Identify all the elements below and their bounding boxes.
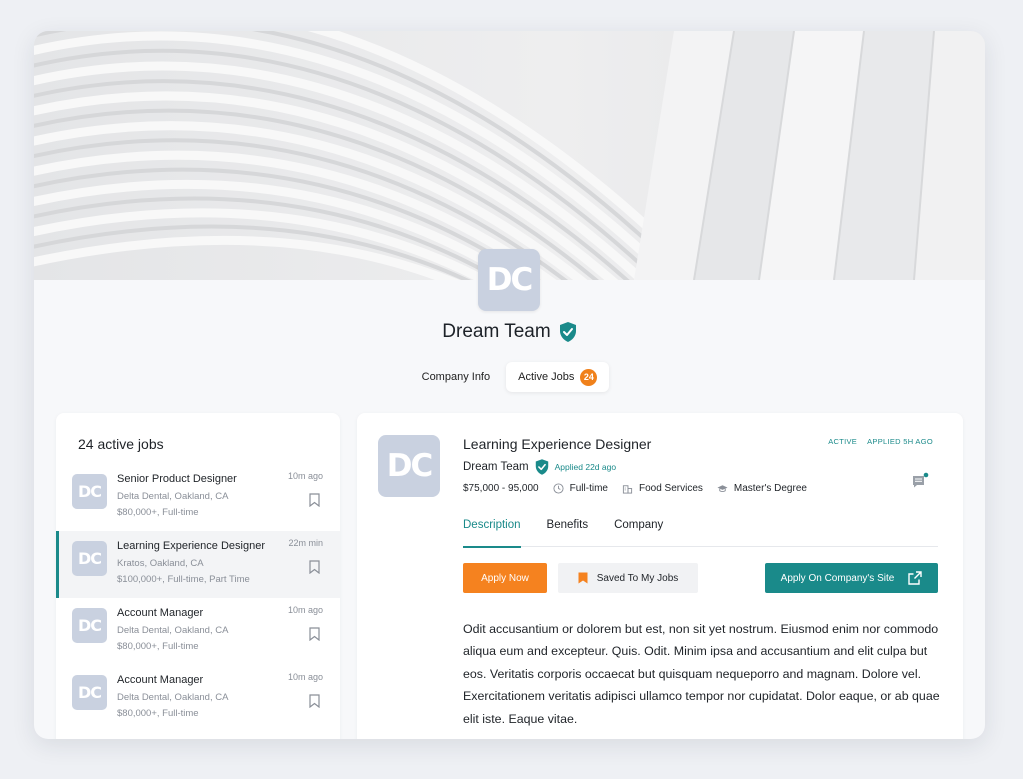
job-title: Learning Experience Designer xyxy=(117,540,265,552)
apply-now-button[interactable]: Apply Now xyxy=(463,563,547,593)
company-name: Dream Team xyxy=(442,321,551,342)
tab-description[interactable]: Description xyxy=(463,519,521,548)
building-icon xyxy=(622,485,633,494)
job-location: Delta Dental, Oakland, CA xyxy=(117,625,229,636)
external-link-icon xyxy=(908,571,923,585)
bookmark-filled-icon xyxy=(578,572,588,584)
bookmark-icon[interactable] xyxy=(309,627,320,641)
detail-job-title: Learning Experience Designer xyxy=(463,436,652,452)
tab-company-info[interactable]: Company Info xyxy=(410,362,502,392)
job-detail-tabs: Description Benefits Company xyxy=(463,519,938,548)
verified-badge-icon xyxy=(535,459,548,475)
job-company-logo: DC xyxy=(72,675,107,710)
job-list-title: 24 active jobs xyxy=(78,436,164,452)
list-item[interactable]: DC Account Manager Delta Dental, Oakland… xyxy=(56,598,340,665)
detail-company-row: Dream Team Applied 22d ago xyxy=(463,459,616,475)
job-company-logo: DC xyxy=(72,474,107,509)
company-banner-image xyxy=(34,31,985,280)
job-time: 10m ago xyxy=(287,471,323,481)
bookmark-icon[interactable] xyxy=(309,694,320,708)
detail-company-name: Dream Team xyxy=(463,461,529,473)
job-title: Account Manager xyxy=(117,607,204,619)
verified-badge-icon xyxy=(559,322,576,342)
job-pay: $80,000+, Full-time xyxy=(117,507,199,518)
apply-on-company-site-button[interactable]: Apply On Company's Site xyxy=(765,563,938,593)
company-header: Dream Team xyxy=(34,321,985,343)
tab-company[interactable]: Company xyxy=(614,519,663,547)
job-location: Delta Dental, Oakland, CA xyxy=(117,692,229,703)
status-applied: APPLIED 5H AGO xyxy=(867,437,933,446)
job-pay: $80,000+, Full-time xyxy=(117,708,199,719)
detail-company-logo: DC xyxy=(378,435,440,497)
education: Master's Degree xyxy=(717,483,807,494)
job-type: Full-time xyxy=(553,483,608,494)
job-time: 10m ago xyxy=(287,605,323,615)
job-location: Delta Dental, Oakland, CA xyxy=(117,491,229,502)
list-item[interactable]: DC Senior Product Designer Delta Dental,… xyxy=(56,464,340,531)
tab-active-jobs[interactable]: Active Jobs 24 xyxy=(506,362,610,392)
status-active: ACTIVE xyxy=(828,437,858,446)
job-company-logo: DC xyxy=(72,608,107,643)
detail-status: ACTIVE APPLIED 5H AGO xyxy=(828,437,933,446)
job-company-logo: DC xyxy=(72,541,107,576)
list-item[interactable]: DC Learning Experience Designer Kratos, … xyxy=(56,531,340,598)
clock-icon xyxy=(553,483,564,494)
job-description: Odit accusantium or dolorem but est, non… xyxy=(463,622,940,726)
job-time: 10m ago xyxy=(287,672,323,682)
job-location: Kratos, Oakland, CA xyxy=(117,558,204,569)
list-item[interactable]: DC Account Manager Delta Dental, Oakland… xyxy=(56,665,340,732)
applied-date: Applied 22d ago xyxy=(554,462,617,472)
job-list-panel: 24 active jobs DC Senior Product Designe… xyxy=(56,413,340,739)
job-pay: $80,000+, Full-time xyxy=(117,641,199,652)
job-pay: $100,000+, Full-time, Part Time xyxy=(117,574,250,585)
active-jobs-count-badge: 24 xyxy=(580,368,598,386)
job-title: Senior Product Designer xyxy=(117,473,237,485)
salary: $75,000 - 95,000 xyxy=(463,483,539,494)
graduation-cap-icon xyxy=(717,485,728,493)
industry: Food Services xyxy=(622,483,703,494)
bookmark-icon[interactable] xyxy=(309,560,320,574)
job-meta-row: $75,000 - 95,000 Full-time Food Services… xyxy=(463,483,821,494)
tab-benefits[interactable]: Benefits xyxy=(547,519,589,547)
job-detail-panel: DC Learning Experience Designer Dream Te… xyxy=(357,413,963,739)
company-page-card: DC Dream Team Company Info Active Jobs 2… xyxy=(34,31,985,739)
company-logo: DC xyxy=(478,249,540,311)
job-title: Account Manager xyxy=(117,674,204,686)
bookmark-icon[interactable] xyxy=(309,493,320,507)
company-tabs: Company Info Active Jobs 24 xyxy=(34,362,985,392)
job-time: 22m min xyxy=(288,538,323,548)
saved-to-my-jobs-button[interactable]: Saved To My Jobs xyxy=(558,563,698,593)
message-icon[interactable] xyxy=(911,472,929,490)
